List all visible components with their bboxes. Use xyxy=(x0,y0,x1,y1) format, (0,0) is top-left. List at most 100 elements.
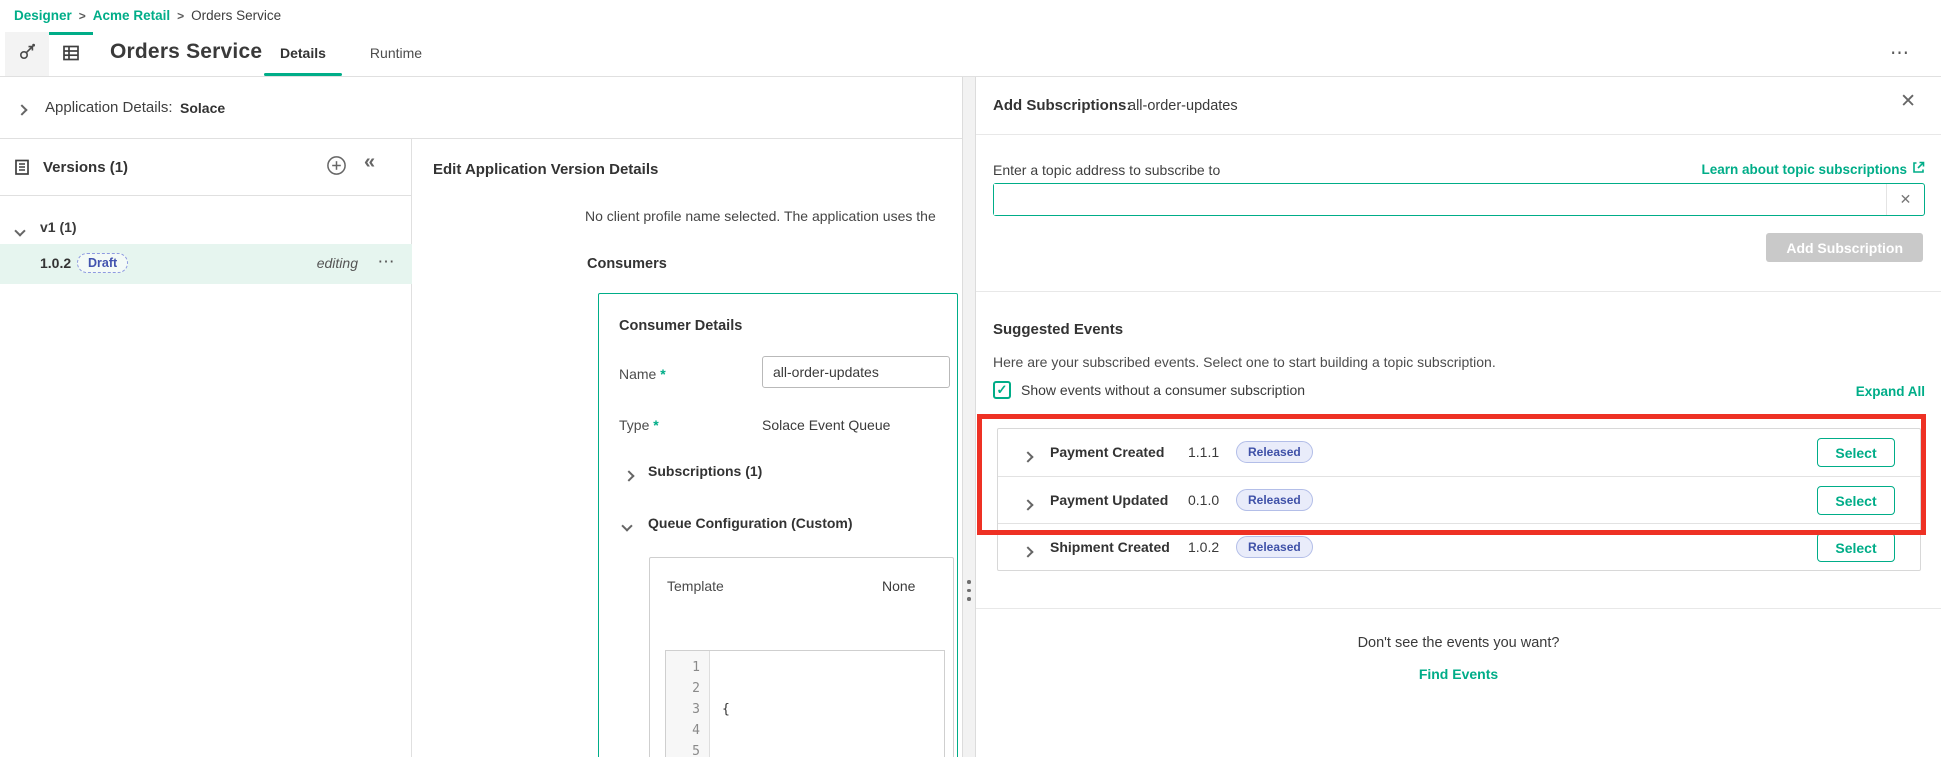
chevron-right-icon[interactable] xyxy=(1022,448,1034,466)
view-switcher xyxy=(5,32,93,76)
suggested-events-description: Here are your subscribed events. Select … xyxy=(993,354,1496,370)
suggested-events-list: Payment Created 1.1.1 Released Select Pa… xyxy=(997,428,1921,571)
edit-version-title: Edit Application Version Details xyxy=(433,161,659,178)
event-name: Payment Updated xyxy=(1050,492,1169,508)
suggested-events-title: Suggested Events xyxy=(993,321,1124,338)
versions-list-icon xyxy=(13,158,31,181)
expand-all-link[interactable]: Expand All xyxy=(1856,384,1925,399)
clear-input-icon[interactable]: ✕ xyxy=(1886,184,1924,215)
version-group-row[interactable]: v1 (1) xyxy=(0,209,412,245)
chevron-right-icon[interactable] xyxy=(623,467,635,485)
chevron-down-icon[interactable] xyxy=(14,222,26,240)
chevron-right-icon[interactable] xyxy=(16,101,28,119)
show-events-checkbox-label: Show events without a consumer subscript… xyxy=(1021,382,1306,398)
type-field-label: Type * xyxy=(619,417,659,433)
draft-status-badge: Draft xyxy=(77,253,129,273)
version-row-selected[interactable]: 1.0.2 Draft editing ⋯ xyxy=(0,244,412,284)
breadcrumb-bar: Designer > Acme Retail > Orders Service xyxy=(0,0,1941,30)
topic-address-input-wrap: ✕ xyxy=(993,183,1925,216)
divider xyxy=(976,608,1941,609)
breadcrumb-separator: > xyxy=(78,8,86,23)
learn-topic-subscriptions-link[interactable]: Learn about topic subscriptions xyxy=(1701,161,1925,177)
external-link-icon xyxy=(1912,161,1925,177)
topic-address-input[interactable] xyxy=(994,184,1882,215)
select-event-button[interactable]: Select xyxy=(1817,486,1895,515)
released-badge: Released xyxy=(1236,536,1313,558)
list-view-button[interactable] xyxy=(49,32,93,76)
divider xyxy=(976,134,1941,135)
edit-version-panel: Edit Application Version Details No clie… xyxy=(412,139,962,757)
graph-view-icon xyxy=(18,42,37,66)
find-events-link[interactable]: Find Events xyxy=(976,666,1941,682)
left-region: Application Details: Solace Versions (1)… xyxy=(0,77,962,757)
breadcrumb: Designer > Acme Retail > Orders Service xyxy=(14,8,281,23)
graph-view-button[interactable] xyxy=(5,32,49,76)
application-details-value: Solace xyxy=(180,100,226,116)
code-content: { "accessType": "exclusive", "maxMsgSpoo… xyxy=(710,651,944,757)
application-details-label: Application Details: xyxy=(45,99,173,116)
code-line-numbers: 1 2 3 4 5 xyxy=(666,651,710,757)
versions-panel: Versions (1) « v1 (1) 1.0.2 Draft editin… xyxy=(0,139,412,757)
add-subscriptions-subtitle: all-order-updates xyxy=(1128,98,1238,114)
template-label: Template xyxy=(667,578,724,594)
chevron-down-icon[interactable] xyxy=(621,517,633,535)
page-header: Orders Service Details Runtime ⋯ xyxy=(0,30,1941,76)
name-field-label: Name * xyxy=(619,366,666,382)
application-details-row[interactable]: Application Details: Solace xyxy=(0,77,962,139)
event-row-payment-updated[interactable]: Payment Updated 0.1.0 Released Select xyxy=(998,476,1920,523)
checkbox-checked-icon[interactable]: ✓ xyxy=(993,381,1011,399)
version-kebab-menu-icon[interactable]: ⋯ xyxy=(378,252,397,272)
add-subscriptions-panel: Add Subscriptions: all-order-updates ✕ E… xyxy=(976,77,1941,757)
divider xyxy=(976,291,1941,292)
add-subscription-button[interactable]: Add Subscription xyxy=(1766,233,1923,262)
event-name: Shipment Created xyxy=(1050,539,1170,555)
find-events-question: Don't see the events you want? xyxy=(1357,635,1560,651)
versions-header: Versions (1) « xyxy=(0,139,411,196)
template-value[interactable]: None xyxy=(882,578,915,594)
consumers-section-label: Consumers xyxy=(587,256,667,272)
consumer-name-input[interactable] xyxy=(762,356,950,388)
close-icon[interactable]: ✕ xyxy=(1900,90,1916,113)
breadcrumb-designer[interactable]: Designer xyxy=(14,8,72,23)
queue-config-code-editor[interactable]: 1 2 3 4 5 { "accessType": "exclusive", "… xyxy=(665,650,945,757)
drag-handle-dots-icon xyxy=(967,580,971,601)
event-row-shipment-created[interactable]: Shipment Created 1.0.2 Released Select xyxy=(998,523,1920,570)
event-row-payment-created[interactable]: Payment Created 1.1.1 Released Select xyxy=(998,429,1920,476)
tab-bar: Details Runtime xyxy=(258,30,444,76)
table-view-icon xyxy=(61,43,81,68)
select-event-button[interactable]: Select xyxy=(1817,533,1895,562)
add-subscriptions-title: Add Subscriptions: xyxy=(993,97,1132,114)
panel-resize-handle[interactable] xyxy=(962,77,976,757)
version-editing-status: editing xyxy=(316,255,358,271)
version-group-label: v1 (1) xyxy=(40,219,77,235)
consumer-card-title: Consumer Details xyxy=(619,318,743,334)
event-version: 0.1.0 xyxy=(1188,492,1220,508)
tab-runtime[interactable]: Runtime xyxy=(348,30,444,76)
subscriptions-expander[interactable]: Subscriptions (1) xyxy=(599,459,959,489)
header-kebab-menu-icon[interactable]: ⋯ xyxy=(1890,42,1911,65)
code-line: { xyxy=(722,702,730,717)
versions-title: Versions (1) xyxy=(43,159,129,176)
version-number: 1.0.2 xyxy=(40,255,72,271)
show-events-checkbox-row[interactable]: ✓ Show events without a consumer subscri… xyxy=(993,381,1305,399)
event-version: 1.0.2 xyxy=(1188,539,1220,555)
breadcrumb-current: Orders Service xyxy=(191,8,282,23)
event-version: 1.1.1 xyxy=(1188,444,1220,460)
add-version-button[interactable] xyxy=(326,155,347,181)
select-event-button[interactable]: Select xyxy=(1817,438,1895,467)
queue-config-expander[interactable]: Queue Configuration (Custom) xyxy=(599,510,959,540)
consumer-type-value: Solace Event Queue xyxy=(762,417,891,433)
released-badge: Released xyxy=(1236,441,1313,463)
subscriptions-label: Subscriptions (1) xyxy=(648,463,763,479)
event-name: Payment Created xyxy=(1050,444,1165,460)
breadcrumb-acme-retail[interactable]: Acme Retail xyxy=(93,8,170,23)
tab-details[interactable]: Details xyxy=(258,30,348,76)
app-window: Designer > Acme Retail > Orders Service … xyxy=(0,0,1941,757)
required-asterisk: * xyxy=(660,366,666,382)
chevron-right-icon[interactable] xyxy=(1022,543,1034,561)
collapse-panel-icon[interactable]: « xyxy=(364,151,375,174)
chevron-right-icon[interactable] xyxy=(1022,496,1034,514)
queue-config-label: Queue Configuration (Custom) xyxy=(648,515,853,531)
queue-template-card: Template None 1 2 3 4 5 { xyxy=(649,557,954,757)
page-title: Orders Service xyxy=(110,40,263,63)
